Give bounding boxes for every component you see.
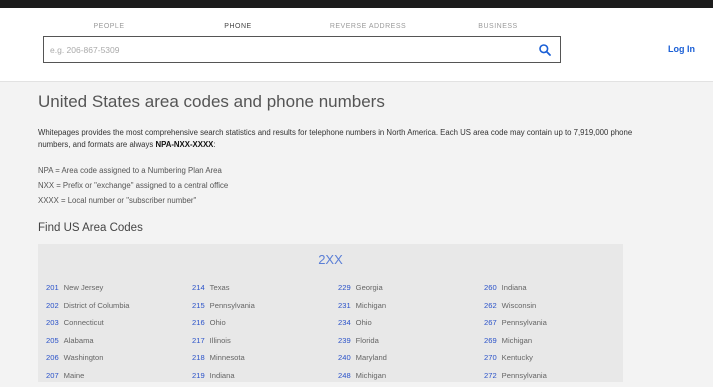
area-code-link[interactable]: 234 Ohio (338, 317, 478, 335)
area-code: 216 (192, 318, 205, 327)
area-code: 267 (484, 318, 497, 327)
area-code-state: Illinois (210, 336, 231, 345)
area-code: 260 (484, 283, 497, 292)
area-code: 219 (192, 371, 205, 380)
area-code-state: Indiana (210, 371, 235, 380)
area-code-link[interactable]: 214 Texas (192, 282, 332, 300)
site-header: PEOPLE PHONE REVERSE ADDRESS BUSINESS Lo… (0, 8, 713, 82)
intro-paragraph: Whitepages provides the most comprehensi… (38, 127, 638, 151)
area-code-link[interactable]: 260 Indiana (484, 282, 624, 300)
area-code-link[interactable]: 248 Michigan (338, 370, 478, 387)
area-code: 214 (192, 283, 205, 292)
area-code-state: Pennsylvania (502, 318, 547, 327)
area-code-link[interactable]: 231 Michigan (338, 300, 478, 318)
area-code-link[interactable]: 201 New Jersey (46, 282, 186, 300)
area-code: 262 (484, 301, 497, 310)
area-code-state: Wisconsin (502, 301, 537, 310)
area-code-panel: 2XX 201 New Jersey 202 District of Columbi… (38, 244, 623, 382)
area-code: 217 (192, 336, 205, 345)
login-link[interactable]: Log In (668, 44, 695, 54)
definition-xxxx: XXXX = Local number or "subscriber numbe… (38, 196, 196, 205)
area-code: 229 (338, 283, 351, 292)
area-code-link[interactable]: 270 Kentucky (484, 352, 624, 370)
area-code: 248 (338, 371, 351, 380)
area-code-state: Ohio (356, 318, 372, 327)
area-code-state: Alabama (64, 336, 94, 345)
definition-npa: NPA = Area code assigned to a Numbering … (38, 166, 222, 175)
area-code-state: Florida (356, 336, 379, 345)
area-code-state: Michigan (356, 371, 386, 380)
area-code-group-title[interactable]: 2XX (38, 252, 623, 267)
area-code-state: Michigan (356, 301, 386, 310)
area-code: 206 (46, 353, 59, 362)
area-code: 269 (484, 336, 497, 345)
area-code-state: Ohio (210, 318, 226, 327)
area-code-state: Minnesota (210, 353, 245, 362)
area-code: 207 (46, 371, 59, 380)
number-format: NPA-NXX-XXXX (155, 140, 213, 149)
area-code-column: 229 Georgia 231 Michigan 234 Ohio 239 Florid… (338, 282, 478, 387)
area-code-state: New Jersey (64, 283, 104, 292)
definition-nxx: NXX = Prefix or "exchange" assigned to a… (38, 181, 228, 190)
area-code-link[interactable]: 216 Ohio (192, 317, 332, 335)
area-code-link[interactable]: 272 Pennsylvania (484, 370, 624, 387)
area-code-link[interactable]: 239 Florida (338, 335, 478, 353)
intro-text: Whitepages provides the most comprehensi… (38, 128, 632, 149)
area-code: 218 (192, 353, 205, 362)
phone-search-box (43, 36, 561, 63)
area-code-state: Washington (64, 353, 104, 362)
area-code: 239 (338, 336, 351, 345)
area-code-link[interactable]: 215 Pennsylvania (192, 300, 332, 318)
area-code-link[interactable]: 218 Minnesota (192, 352, 332, 370)
area-code-link[interactable]: 205 Alabama (46, 335, 186, 353)
area-code-state: Maryland (356, 353, 387, 362)
phone-search-input[interactable] (50, 42, 520, 58)
area-code-link[interactable]: 267 Pennsylvania (484, 317, 624, 335)
area-code-link[interactable]: 202 District of Columbia (46, 300, 186, 318)
area-code: 240 (338, 353, 351, 362)
area-code: 201 (46, 283, 59, 292)
area-code-state: District of Columbia (64, 301, 130, 310)
area-code-link[interactable]: 217 Illinois (192, 335, 332, 353)
area-code-link[interactable]: 240 Maryland (338, 352, 478, 370)
area-code-state: Maine (64, 371, 85, 380)
area-code-state: Georgia (356, 283, 383, 292)
area-code: 205 (46, 336, 59, 345)
area-code-state: Indiana (502, 283, 527, 292)
area-code: 231 (338, 301, 351, 310)
area-code-link[interactable]: 219 Indiana (192, 370, 332, 387)
area-code: 202 (46, 301, 59, 310)
area-code: 234 (338, 318, 351, 327)
area-code-state: Pennsylvania (502, 371, 547, 380)
search-icon[interactable] (538, 43, 552, 57)
area-code-state: Pennsylvania (210, 301, 255, 310)
area-code-link[interactable]: 207 Maine (46, 370, 186, 387)
area-code-link[interactable]: 206 Washington (46, 352, 186, 370)
area-code-link[interactable]: 262 Wisconsin (484, 300, 624, 318)
area-code: 215 (192, 301, 205, 310)
page-title: United States area codes and phone numbe… (38, 92, 385, 112)
area-code-link[interactable]: 203 Connecticut (46, 317, 186, 335)
top-bar (0, 0, 713, 8)
area-code-link[interactable]: 269 Michigan (484, 335, 624, 353)
area-code-state: Texas (210, 283, 230, 292)
area-code-state: Kentucky (502, 353, 533, 362)
area-code: 270 (484, 353, 497, 362)
intro-colon: : (213, 140, 215, 149)
area-code-column: 260Indiana 262Wisconsin 267Pennsylvania … (484, 282, 624, 387)
area-code: 203 (46, 318, 59, 327)
area-code-column: 214 Texas 215 Pennsylvania 216 Ohio 217 Illi… (192, 282, 332, 387)
area-code-state: Michigan (502, 336, 532, 345)
area-code-link[interactable]: 229 Georgia (338, 282, 478, 300)
area-code-state: Connecticut (64, 318, 104, 327)
area-code: 272 (484, 371, 497, 380)
area-code-column: 201 New Jersey 202 District of Columbia 20… (46, 282, 186, 387)
section-title: Find US Area Codes (38, 222, 143, 234)
